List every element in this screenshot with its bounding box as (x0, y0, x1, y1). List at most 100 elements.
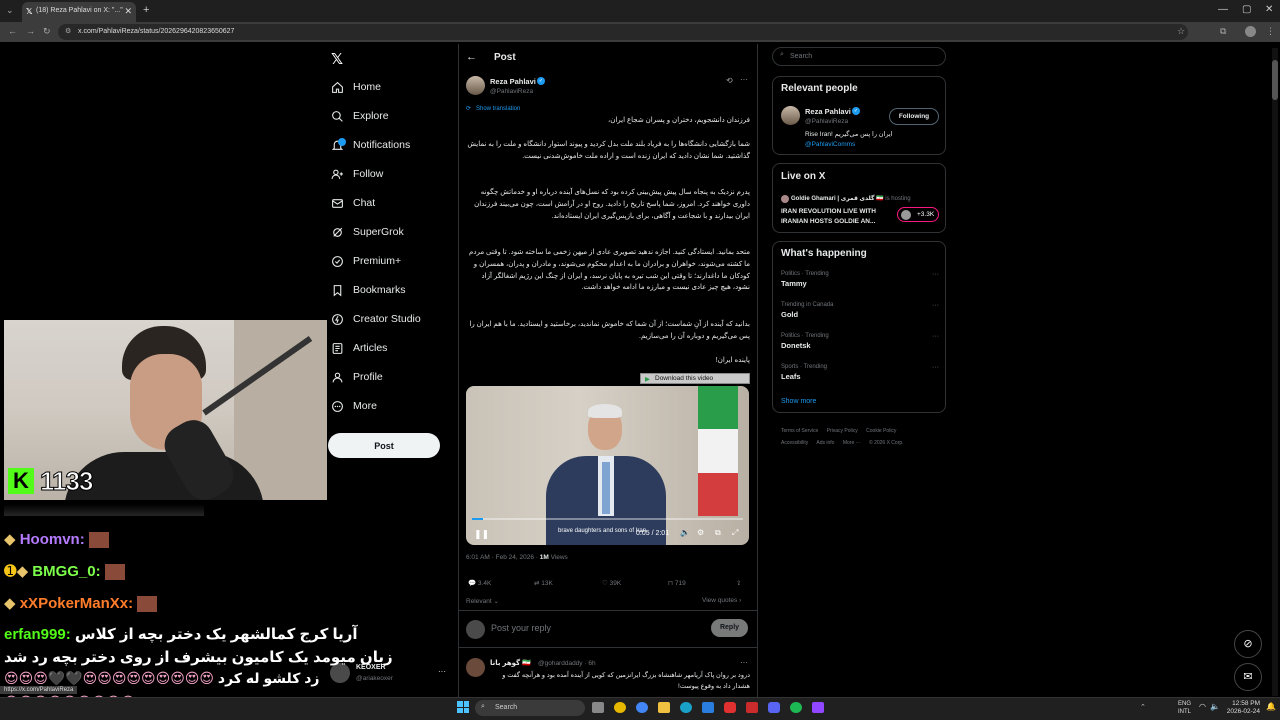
share-icon[interactable]: ⇪ (736, 579, 741, 587)
footer-link[interactable]: Accessibility (781, 440, 808, 446)
show-more-link[interactable]: Show more (781, 398, 816, 405)
tune-icon[interactable]: ⚙ (65, 27, 71, 35)
nav-home[interactable]: Home (330, 76, 381, 98)
nav-creator-studio[interactable]: Creator Studio (330, 308, 421, 330)
trend-more-icon[interactable]: ··· (932, 364, 939, 371)
live-count-pill[interactable]: +3.3K (897, 207, 939, 222)
maximize-icon[interactable]: ▢ (1242, 4, 1251, 15)
download-video-button[interactable]: ▶ Download this video (640, 373, 750, 384)
person-name[interactable]: Reza Pahlavi (805, 107, 851, 116)
taskbar-app-icon[interactable] (790, 702, 802, 713)
tab-search-icon[interactable]: ⌄ (6, 5, 14, 16)
show-translation-link[interactable]: Show translation (476, 106, 520, 112)
trend-item[interactable]: Sports · Trending Leafs ··· (781, 364, 941, 388)
nav-explore[interactable]: Explore (330, 105, 389, 127)
taskbar-app-icon[interactable] (746, 702, 758, 713)
taskbar-search[interactable]: ⌕ Search (475, 700, 585, 716)
trend-more-icon[interactable]: ··· (932, 333, 939, 340)
profile-avatar[interactable] (1245, 26, 1256, 37)
reply-more-icon[interactable]: ··· (740, 658, 748, 667)
video-player[interactable]: brave daughters and sons of Iran ❚❚ 0:05… (466, 386, 749, 545)
notifications-icon[interactable]: 🔔 (1266, 702, 1276, 711)
person-avatar[interactable] (781, 106, 800, 125)
settings-icon[interactable]: ⚙ (697, 528, 704, 537)
live-host-avatar[interactable] (781, 195, 789, 203)
back-icon[interactable]: ← (8, 26, 17, 36)
taskbar-app-icon[interactable] (614, 702, 626, 713)
pip-icon[interactable]: ⧉ (715, 528, 721, 538)
taskbar-app-icon[interactable] (702, 702, 714, 713)
forward-icon[interactable]: → (26, 26, 35, 36)
taskbar-app-icon[interactable] (636, 702, 648, 713)
post-more-icon[interactable]: ··· (740, 75, 748, 84)
footer-link[interactable]: Privacy Policy (827, 428, 858, 434)
browser-tab[interactable]: 𝕏 (18) Reza Pahlavi on X: "..." ✕ (22, 2, 136, 22)
person-handle[interactable]: @PahlaviReza (805, 118, 848, 125)
reply-action[interactable]: 💬 3.4K (468, 579, 491, 587)
nav-supergrok[interactable]: SuperGrok (330, 221, 404, 243)
nav-premium[interactable]: Premium+ (330, 250, 401, 272)
grok-action-icon[interactable]: ⟲ (726, 76, 733, 85)
author-name[interactable]: Reza Pahlavi (490, 77, 536, 86)
trend-more-icon[interactable]: ··· (932, 271, 939, 278)
close-tab-icon[interactable]: ✕ (124, 6, 132, 17)
nav-more[interactable]: More (330, 395, 377, 417)
minimize-icon[interactable]: — (1218, 4, 1228, 15)
video-progress[interactable] (472, 518, 743, 520)
back-arrow-icon[interactable]: ← (466, 51, 477, 63)
search-box[interactable]: ⌕ Search (772, 47, 946, 66)
grok-float-button[interactable]: ⊘ (1234, 630, 1262, 658)
messages-float-button[interactable]: ✉ (1234, 663, 1262, 691)
page-scrollbar[interactable] (1272, 48, 1278, 696)
trend-more-icon[interactable]: ··· (932, 302, 939, 309)
taskbar-app-icon[interactable] (592, 702, 604, 713)
nav-profile[interactable]: Profile (330, 366, 383, 388)
footer-link[interactable]: Terms of Service (781, 428, 818, 434)
trend-item[interactable]: Trending in Canada Gold ··· (781, 302, 941, 326)
view-quotes-link[interactable]: View quotes › (702, 597, 741, 604)
new-tab-button[interactable]: + (143, 4, 149, 16)
footer-link[interactable]: Cookie Policy (866, 428, 896, 434)
person-link[interactable]: @PahlaviComms (805, 141, 855, 148)
wifi-icon[interactable]: ◠ (1199, 702, 1206, 711)
menu-icon[interactable]: ⋮ (1266, 26, 1275, 37)
fullscreen-icon[interactable]: ⤢ (732, 528, 738, 538)
footer-link[interactable]: More ··· (843, 440, 861, 446)
author-avatar[interactable] (466, 76, 485, 95)
x-logo[interactable]: 𝕏 (331, 50, 343, 68)
taskbar-app-icon[interactable] (812, 702, 824, 713)
start-icon[interactable] (457, 701, 469, 713)
like-action[interactable]: ♡ 39K (602, 579, 621, 587)
repost-action[interactable]: ⇄ 13K (534, 579, 553, 587)
bookmark-action[interactable]: ⊓ 719 (668, 579, 686, 587)
reply-avatar[interactable] (466, 658, 485, 677)
nav-articles[interactable]: Articles (330, 337, 387, 359)
clock[interactable]: 12:58 PM 2026-02-24 (1226, 700, 1260, 716)
nav-chat[interactable]: Chat (330, 192, 375, 214)
nav-follow[interactable]: Follow (330, 163, 383, 185)
tray-chevron-icon[interactable]: ⌃ (1140, 703, 1146, 711)
bookmark-star-icon[interactable]: ☆ (1177, 26, 1185, 37)
reply-author[interactable]: گوهر بانا 🇮🇷 (490, 659, 531, 667)
reply-handle[interactable]: @goharddaddy · 6h (538, 660, 596, 667)
relevant-dropdown[interactable]: Relevant ⌄ (466, 597, 499, 605)
volume-icon[interactable]: 🔈 (1210, 702, 1220, 711)
following-button[interactable]: Following (889, 108, 939, 125)
taskbar-app-icon[interactable] (680, 702, 692, 713)
mute-icon[interactable]: 🔈 (680, 528, 690, 537)
taskbar-app-icon[interactable] (724, 702, 736, 713)
nav-bookmarks[interactable]: Bookmarks (330, 279, 406, 301)
language-indicator[interactable]: ENG INTL (1178, 700, 1191, 716)
taskbar-app-icon[interactable] (768, 702, 780, 713)
post-button[interactable]: Post (328, 433, 440, 458)
reply-button[interactable]: Reply (711, 619, 748, 637)
close-window-icon[interactable]: ✕ (1265, 4, 1273, 15)
footer-link[interactable]: Ads info (816, 440, 834, 446)
trend-item[interactable]: Politics · Trending Donetsk ··· (781, 333, 941, 357)
reply-input[interactable]: Post your reply (491, 623, 691, 633)
trend-item[interactable]: Politics · Trending Tammy ··· (781, 271, 941, 295)
live-event[interactable]: IRAN REVOLUTION LIVE WITH IRANIAN HOSTS … (781, 207, 893, 226)
extensions-icon[interactable]: ⧉ (1220, 26, 1226, 37)
scrollbar-thumb[interactable] (1272, 60, 1278, 100)
url-field[interactable]: x.com/PahlaviReza/status/202629642082365… (58, 24, 1188, 40)
